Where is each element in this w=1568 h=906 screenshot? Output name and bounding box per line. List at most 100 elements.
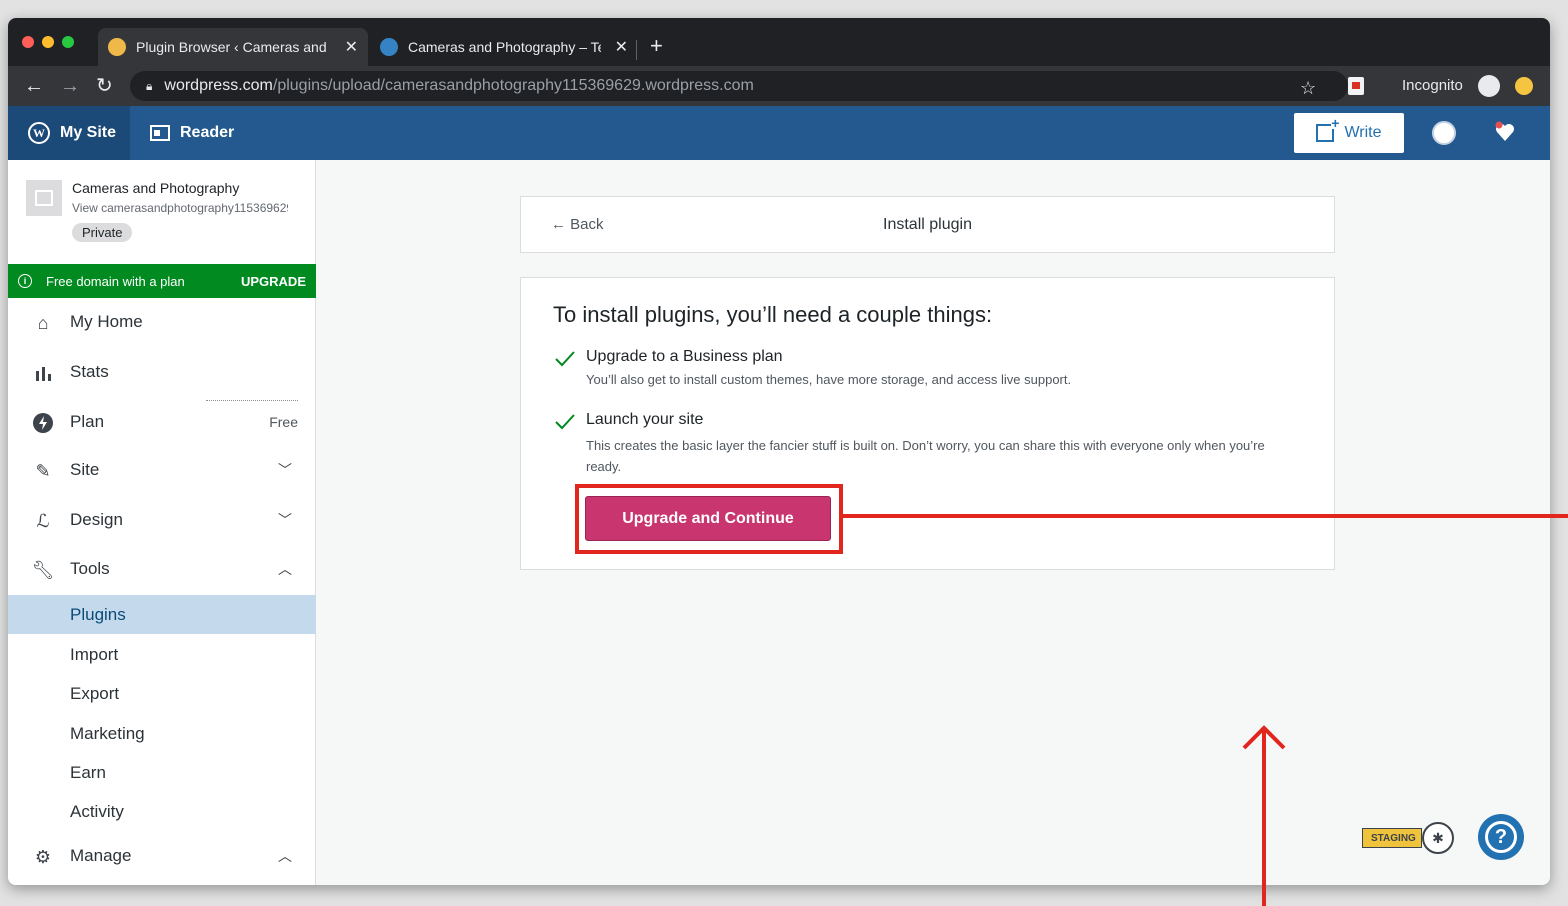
url-host: wordpress.com — [164, 77, 273, 94]
back-arrow-icon[interactable]: ← — [24, 74, 44, 98]
site-icon[interactable] — [26, 180, 62, 216]
bug-report-icon[interactable]: ✱ — [1422, 822, 1454, 854]
plan-free-label: Free — [269, 414, 298, 430]
sidebar-item-label: Site — [70, 460, 100, 479]
profile-icon[interactable] — [1515, 77, 1533, 95]
requirement-title: Launch your site — [586, 411, 704, 428]
stats-icon — [32, 362, 54, 384]
page-title: Install plugin — [883, 216, 972, 233]
upsell-text: Free domain with a plan — [46, 273, 185, 289]
minimize-window-button[interactable] — [42, 36, 54, 48]
incognito-icon[interactable] — [1478, 75, 1500, 97]
plan-icon — [32, 412, 54, 434]
checkmark-icon — [555, 351, 575, 367]
install-plugin-header: ← Back Install plugin — [520, 196, 1335, 253]
wordpress-logo-icon: W — [28, 122, 50, 144]
sidebar-item-label: Plan — [70, 412, 105, 431]
sidebar-item-stats[interactable]: Stats — [8, 350, 316, 394]
sidebar-subitem-label: Import — [70, 644, 119, 664]
my-site-label: My Site — [60, 124, 117, 141]
site-url-link[interactable]: View camerasandphotography115369629.word… — [72, 201, 288, 215]
my-site-button[interactable]: W My Site — [8, 106, 130, 160]
sidebar-subitem-export[interactable]: Export — [8, 674, 316, 713]
tab-title: Cameras and Photography – Te — [408, 39, 601, 55]
tab-title: Plugin Browser ‹ Cameras and Photography — [136, 39, 331, 55]
sidebar-item-design[interactable]: ℒ Design ﹀ — [8, 498, 316, 542]
info-icon: i — [18, 274, 32, 288]
sidebar-subitem-label: Export — [70, 683, 120, 703]
sidebar-item-label: Tools — [70, 559, 110, 578]
chevron-down-icon: ﹀ — [278, 512, 292, 528]
reload-icon[interactable]: ↻ — [96, 74, 113, 98]
sidebar-item-site[interactable]: ✎ Site ﹀ — [8, 448, 316, 492]
sidebar-subitem-earn[interactable]: Earn — [8, 753, 316, 792]
chevron-up-icon: ︿ — [278, 561, 292, 577]
site-title[interactable]: Cameras and Photography — [72, 180, 239, 196]
sidebar-subitem-marketing[interactable]: Marketing — [8, 714, 316, 753]
lock-icon: 🔒︎ — [146, 78, 153, 93]
notifications-icon[interactable] — [1494, 121, 1516, 143]
close-tab-icon[interactable]: ✕ — [345, 37, 358, 57]
sidebar-item-label: Design — [70, 510, 123, 529]
requirement-description: This creates the basic layer the fancier… — [586, 438, 1265, 474]
upgrade-link[interactable]: UPGRADE — [241, 274, 306, 289]
home-icon: ⌂ — [37, 312, 49, 333]
chevron-up-icon: ︿ — [278, 848, 292, 864]
chevron-down-icon: ﹀ — [278, 462, 292, 478]
forward-arrow-icon[interactable]: → — [60, 74, 80, 98]
sidebar-subitem-label: Activity — [70, 801, 124, 821]
reader-button[interactable]: Reader — [150, 106, 234, 160]
wrench-icon: 🔧︎ — [31, 559, 55, 580]
reader-label: Reader — [180, 124, 235, 141]
reader-icon — [150, 125, 170, 141]
design-icon: ℒ — [36, 510, 50, 531]
zoom-window-button[interactable] — [62, 36, 74, 48]
staging-badge: STAGING — [1362, 828, 1422, 848]
sidebar: Cameras and Photography View camerasandp… — [8, 160, 316, 885]
tab-bar: Plugin Browser ‹ Cameras and Photography… — [8, 18, 1550, 66]
sidebar-subitem-import[interactable]: Import — [8, 635, 316, 674]
sidebar-subitem-label: Marketing — [70, 723, 145, 743]
wordpress-favicon-icon — [108, 38, 126, 56]
sidebar-subitem-label: Earn — [70, 762, 106, 782]
bookmark-star-icon[interactable]: ☆ — [1300, 78, 1316, 99]
wordpress-favicon-icon — [380, 38, 398, 56]
domain-upsell-banner[interactable]: i Free domain with a plan UPGRADE — [8, 264, 316, 298]
browser-window: Plugin Browser ‹ Cameras and Photography… — [8, 18, 1550, 885]
address-bar[interactable]: 🔒︎ wordpress.com/plugins/upload/camerasa… — [130, 71, 1348, 101]
requirement-description: You’ll also get to install custom themes… — [586, 372, 1072, 387]
avatar[interactable] — [1432, 121, 1456, 145]
sidebar-item-label: Manage — [70, 846, 132, 865]
checkmark-icon — [555, 414, 575, 430]
close-window-button[interactable] — [22, 36, 34, 48]
requirements-heading: To install plugins, you’ll need a couple… — [553, 302, 993, 327]
annotation-arrow-icon — [1242, 725, 1286, 906]
sidebar-item-label: My Home — [70, 312, 143, 331]
sidebar-item-manage[interactable]: ⚙ Manage ︿ — [8, 834, 316, 878]
incognito-label: Incognito — [1402, 77, 1463, 94]
annotation-highlight-box — [575, 484, 843, 554]
write-button[interactable]: Write — [1294, 113, 1404, 153]
tab-plugin-browser[interactable]: Plugin Browser ‹ Cameras and Photography… — [98, 28, 368, 66]
extension-icon[interactable] — [1348, 77, 1364, 95]
sidebar-item-my-home[interactable]: ⌂ My Home — [8, 300, 316, 344]
tab-cameras-photography[interactable]: Cameras and Photography – Te ✕ — [370, 28, 638, 66]
browser-toolbar: ← → ↻ 🔒︎ wordpress.com/plugins/upload/ca… — [8, 66, 1550, 106]
sidebar-item-plan[interactable]: Plan Free — [8, 400, 316, 444]
sidebar-item-label: Stats — [70, 362, 109, 381]
wp-masterbar: W My Site Reader Write — [8, 106, 1550, 160]
annotation-line — [843, 514, 1568, 518]
tab-separator — [636, 40, 637, 60]
sidebar-subitem-activity[interactable]: Activity — [8, 792, 316, 831]
gear-icon: ⚙ — [34, 846, 52, 867]
sidebar-subitem-plugins[interactable]: Plugins — [8, 595, 316, 634]
sidebar-subitem-label: Plugins — [70, 604, 126, 624]
new-tab-button[interactable]: + — [650, 33, 663, 59]
private-badge: Private — [72, 223, 133, 242]
write-label: Write — [1344, 124, 1382, 141]
requirement-title: Upgrade to a Business plan — [586, 348, 783, 365]
help-icon[interactable]: ? — [1478, 814, 1524, 860]
sidebar-item-tools[interactable]: 🔧︎ Tools ︿ — [8, 547, 316, 591]
url-path: /plugins/upload/camerasandphotography115… — [272, 77, 754, 94]
close-tab-icon[interactable]: ✕ — [615, 37, 628, 57]
